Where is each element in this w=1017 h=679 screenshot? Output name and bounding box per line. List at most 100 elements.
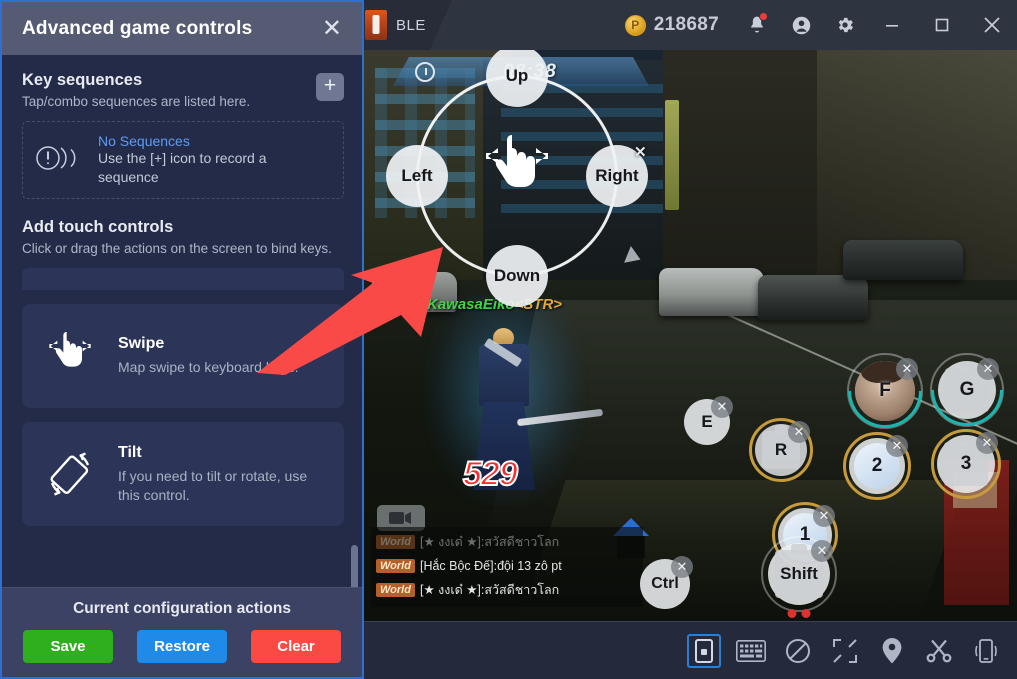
footer-buttons: Save Restore Clear — [2, 630, 362, 663]
chat-message: [Hắc Bộc Đế]:đội 13 zô pt — [419, 559, 562, 573]
keybind-label: Shift — [780, 564, 818, 583]
control-card-desc: If you need to tilt or rotate, use this … — [118, 468, 308, 503]
keybind-label: 1 — [799, 524, 811, 545]
add-touch-controls-section: Add touch controls Click or drag the act… — [22, 218, 344, 258]
record-sequence-icon — [35, 145, 85, 176]
keybind-shift[interactable]: Shift ✕ — [761, 536, 837, 612]
dpad-key-down[interactable]: Down — [486, 245, 548, 307]
keybind-remove-icon[interactable]: ✕ — [811, 540, 833, 562]
tilt-icon — [38, 446, 102, 502]
swipe-hand-icon — [478, 127, 556, 215]
save-button[interactable]: Save — [23, 630, 113, 663]
keybind-remove-icon[interactable]: ✕ — [813, 505, 835, 527]
keybind-remove-icon[interactable]: ✕ — [671, 556, 693, 578]
swipe-icon — [38, 328, 102, 384]
control-card-title: Tilt — [118, 444, 142, 462]
no-sequences-desc: Use the [+] icon to record a sequence — [98, 150, 267, 186]
dpad-key-left[interactable]: Left — [386, 145, 448, 207]
chat-message: [★ งงเด๋ ★]:สวัสดีชาวโลก — [419, 583, 560, 597]
chat-line: World [Hắc Bộc Đế]:đội 13 zô pt — [371, 554, 643, 578]
shake-phone-icon[interactable] — [969, 634, 1003, 668]
chat-channel-tag: World — [376, 535, 415, 549]
control-card-desc: Map swipe to keyboard keys. — [118, 359, 299, 376]
game-viewport[interactable]: 08:38 KawasaEiko<STR> 529 — [363, 50, 1017, 621]
app-root: BLE P 218687 KawasaEiko<STR> 529 World [… — [0, 0, 1017, 679]
keybind-r[interactable]: R ✕ — [749, 418, 813, 482]
touch-controls-heading: Add touch controls — [22, 218, 174, 237]
app-icon — [365, 10, 387, 40]
world-chat[interactable]: World [★ งงเด๋ ★]:สวัสดีชาวโลก World [Hắ… — [371, 527, 643, 607]
no-sequences-placeholder: No Sequences Use the [+] icon to record … — [22, 121, 344, 200]
close-button[interactable] — [967, 0, 1017, 50]
panel-title: Advanced game controls — [22, 17, 253, 39]
panel-scrollbar-thumb[interactable] — [351, 545, 358, 587]
shift-charge-dots — [787, 609, 811, 618]
scissors-icon[interactable] — [922, 634, 956, 668]
no-gamepad-icon[interactable] — [781, 634, 815, 668]
chat-message: [★ งงเด๋ ★]:สวัสดีชาวโลก — [419, 535, 560, 549]
keybind-label: F — [879, 380, 891, 401]
player-nameplate: KawasaEiko<STR> — [427, 296, 562, 313]
tab-bar: BLE — [355, 0, 452, 50]
keybind-remove-icon[interactable]: ✕ — [886, 435, 908, 457]
keybind-ctrl[interactable]: Ctrl ✕ — [640, 556, 693, 609]
chat-channel-tag: World — [376, 583, 415, 597]
chat-line: World [★ งงเด๋ ★]:สวัสดีชาวโลก — [371, 578, 643, 602]
app-lock-icon[interactable] — [687, 633, 721, 668]
key-sequences-section: Key sequences Tap/combo sequences are li… — [22, 71, 344, 111]
keybind-remove-icon[interactable]: ✕ — [788, 421, 810, 443]
keybind-e[interactable]: E ✕ — [684, 396, 733, 445]
keybind-remove-icon[interactable]: ✕ — [711, 396, 733, 418]
restore-button[interactable]: Restore — [137, 630, 227, 663]
footer-title: Current configuration actions — [73, 600, 291, 617]
chat-channel-tag: World — [376, 559, 415, 573]
panel-body: Key sequences Tap/combo sequences are li… — [2, 55, 362, 587]
dpad-remove-icon[interactable]: ✕ — [634, 143, 647, 161]
control-card-tilt[interactable]: Tilt If you need to tilt or rotate, use … — [22, 422, 344, 527]
fullscreen-icon[interactable] — [828, 634, 862, 668]
keybind-label: Ctrl — [651, 575, 679, 592]
add-sequence-button[interactable]: + — [316, 73, 344, 101]
control-card-swipe[interactable]: Swipe Map swipe to keyboard keys. — [22, 304, 344, 409]
panel-scrollbar[interactable] — [351, 255, 358, 587]
control-card-title: Swipe — [118, 335, 165, 353]
keybind-3[interactable]: 3 ✕ — [931, 429, 1001, 499]
chat-line: World [★ งงเด๋ ★]:สวัสดีชาวโลก — [371, 530, 643, 554]
minimize-button[interactable] — [867, 0, 917, 50]
key-sequences-heading: Key sequences — [22, 71, 143, 89]
advanced-game-controls-panel: Advanced game controls ✕ Key sequences T… — [0, 0, 364, 679]
panel-header: Advanced game controls ✕ — [2, 2, 362, 55]
keyboard-icon[interactable] — [734, 634, 768, 668]
coin-icon: P — [624, 14, 646, 36]
keybind-label: 3 — [960, 453, 972, 474]
tab-active[interactable]: BLE — [355, 0, 452, 50]
tab-title: BLE — [396, 16, 426, 34]
control-card-partial[interactable] — [22, 268, 344, 291]
keybind-label: E — [701, 412, 713, 431]
no-sequences-title: No Sequences — [98, 133, 190, 150]
title-bar-right: P 218687 — [624, 0, 1017, 50]
maximize-button[interactable] — [917, 0, 967, 50]
bell-icon[interactable] — [735, 0, 779, 50]
keybind-label: G — [959, 379, 975, 400]
dpad-binding[interactable]: Up Down Left Right — [386, 50, 648, 307]
bottom-toolbar — [363, 621, 1017, 679]
location-pin-icon[interactable] — [875, 634, 909, 668]
close-icon[interactable]: ✕ — [316, 13, 348, 45]
keybind-remove-icon[interactable]: ✕ — [976, 432, 998, 454]
account-icon[interactable] — [779, 0, 823, 50]
panel-footer: Current configuration actions Save Resto… — [2, 587, 362, 677]
keybind-2[interactable]: 2 ✕ — [843, 432, 911, 500]
coin-balance[interactable]: P 218687 — [624, 14, 719, 36]
keybind-g[interactable]: G ✕ — [916, 339, 1017, 441]
damage-number: 529 — [462, 454, 519, 494]
notification-badge — [759, 12, 768, 21]
keybind-remove-icon[interactable]: ✕ — [977, 358, 999, 380]
keybind-label: 2 — [871, 455, 883, 476]
gear-icon[interactable] — [823, 0, 867, 50]
touch-controls-subtitle: Click or drag the actions on the screen … — [22, 241, 332, 257]
keybind-remove-icon[interactable]: ✕ — [896, 358, 918, 380]
clear-button[interactable]: Clear — [251, 630, 341, 663]
keybind-f[interactable]: F ✕ — [832, 338, 938, 444]
coin-count: 218687 — [653, 14, 719, 35]
